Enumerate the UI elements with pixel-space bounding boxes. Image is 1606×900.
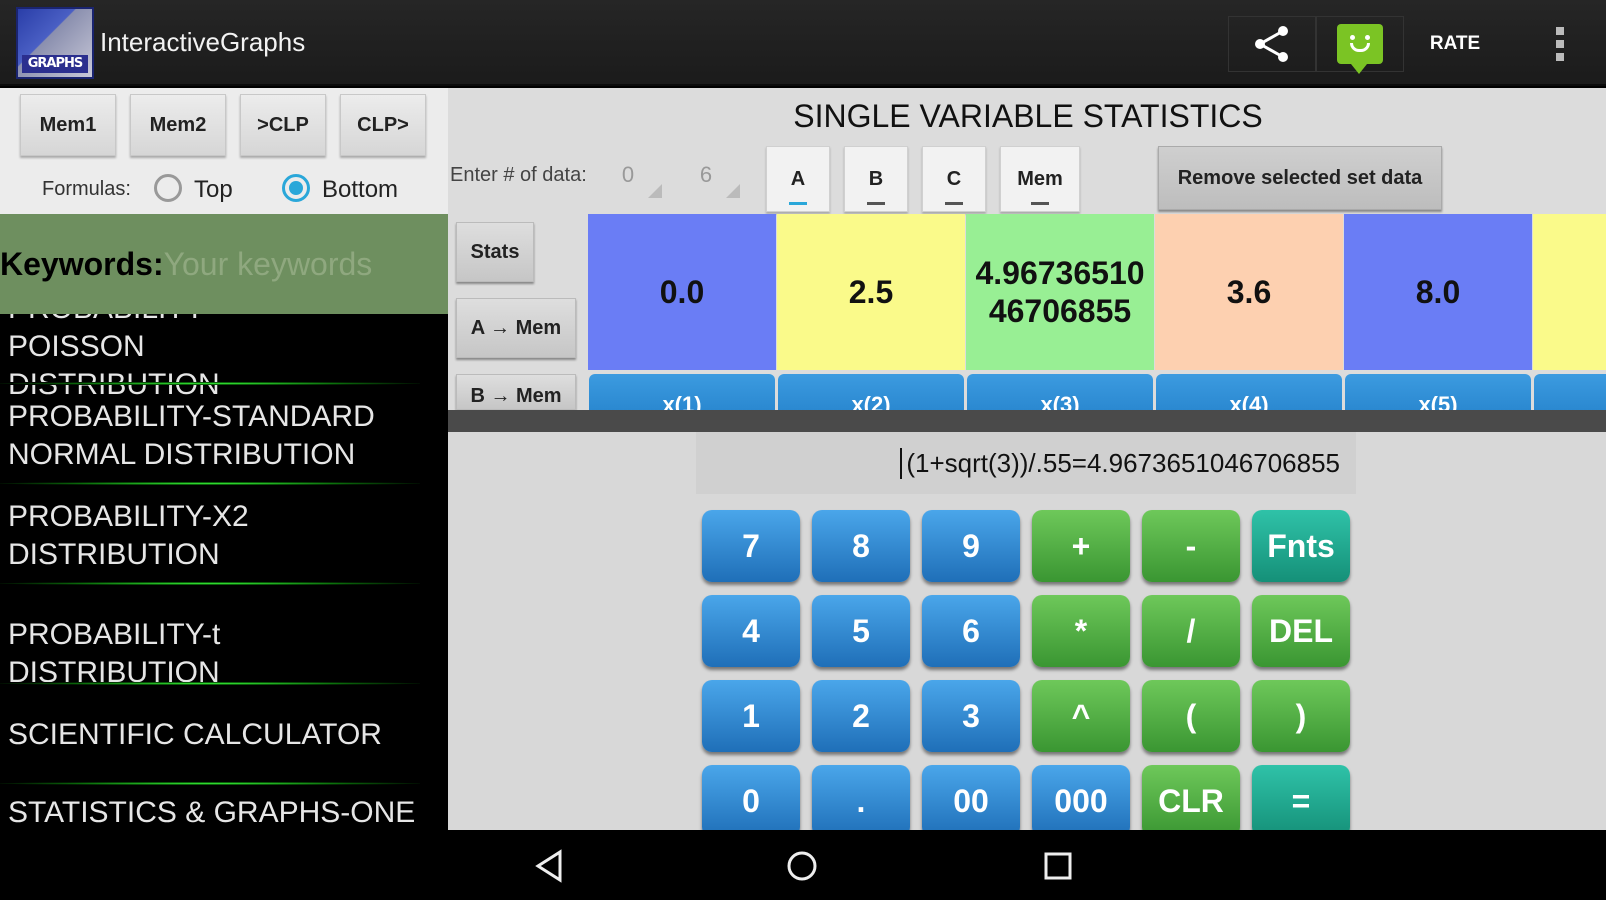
mem2-button[interactable]: Mem2 [130,94,226,156]
overflow-menu-icon[interactable] [1540,16,1580,72]
key-button[interactable]: 6 [922,595,1020,667]
key-button[interactable]: 3 [922,680,1020,752]
tab-c[interactable]: C [922,146,986,212]
tab-b[interactable]: B [844,146,908,212]
list-divider [0,582,420,585]
formulas-label: Formulas: [42,178,131,200]
from-clipboard-button[interactable]: CLP> [340,94,426,156]
key-button[interactable]: 4 [702,595,800,667]
list-item[interactable]: PROBABILITY-POISSON DISTRIBUTION [8,314,348,404]
tab-mem-label: Mem [1017,167,1063,190]
key-button[interactable]: CLR [1142,765,1240,837]
key-button[interactable]: 7 [702,510,800,582]
data-cell[interactable]: 3.6 [1155,214,1343,370]
tab-mem[interactable]: Mem [1000,146,1080,212]
formulas-top-radio[interactable] [154,174,182,202]
key-button[interactable]: * [1032,595,1130,667]
key-button[interactable]: 1 [702,680,800,752]
list-divider [0,782,420,785]
key-button[interactable]: 00 [922,765,1020,837]
feedback-button[interactable] [1316,16,1404,74]
data-cell[interactable]: 2.5 [777,214,965,370]
key-button[interactable]: Fnts [1252,510,1350,582]
key-button[interactable]: ^ [1032,680,1130,752]
key-button[interactable]: = [1252,765,1350,837]
back-icon[interactable] [520,842,580,890]
formulas-top-label: Top [194,176,233,203]
rate-button[interactable]: RATE [1420,16,1490,72]
app-title: InteractiveGraphs [100,27,306,57]
calculator: (1+sqrt(3))/.55=4.9673651046706855 7 8 9 + -… [448,432,1606,837]
keywords-bar: Keywords: [0,214,448,314]
list-divider [0,382,420,385]
list-item[interactable]: PROBABILITY-STANDARD NORMAL DISTRIBUTION [8,398,388,474]
left-panel: Mem1 Mem2 >CLP CLP> Formulas: Top Bottom… [0,88,448,830]
home-icon[interactable] [772,842,832,890]
data-cell[interactable]: ( [1533,214,1606,370]
key-button[interactable]: + [1032,510,1130,582]
formulas-bottom-radio[interactable] [282,174,310,202]
tab-c-label: C [946,167,962,190]
data-cell[interactable]: 4.96736510 46706855 [966,214,1154,370]
list-item[interactable]: SCIENTIFIC CALCULATOR [8,716,438,754]
list-divider [0,682,420,685]
tab-a-label: A [790,167,806,190]
panel-divider-scrollbar[interactable] [448,410,1606,432]
key-button[interactable]: ) [1252,680,1350,752]
b-to-mem-button[interactable]: B → Mem [456,374,576,410]
logo-text: GRAPHS [22,55,88,73]
formulas-bottom-label: Bottom [322,176,399,203]
key-button[interactable]: 0 [702,765,800,837]
app-root: GRAPHS InteractiveGraphs RATE Mem1 Mem2 [0,0,1606,900]
enter-count-label: Enter # of data: [450,164,587,186]
key-button[interactable]: / [1142,595,1240,667]
page-title: SINGLE VARIABLE STATISTICS [793,98,1263,134]
topic-list[interactable]: PROBABILITY-POISSON DISTRIBUTION PROBABI… [0,314,448,830]
key-button[interactable]: . [812,765,910,837]
list-item[interactable]: PROBABILITY-X2 DISTRIBUTION [8,498,308,574]
stats-button[interactable]: Stats [456,222,534,282]
to-clipboard-button[interactable]: >CLP [240,94,326,156]
share-icon [1255,26,1288,62]
mem1-button[interactable]: Mem1 [20,94,116,156]
data-count-spinner-2[interactable]: 6 [670,160,742,200]
app-logo-icon[interactable]: GRAPHS [16,7,94,79]
list-item[interactable]: PROBABILITY-t DISTRIBUTION [8,616,438,692]
key-button[interactable]: 5 [812,595,910,667]
a-to-mem-button[interactable]: A → Mem [456,298,576,358]
key-button[interactable]: DEL [1252,595,1350,667]
data-cell[interactable]: 8.0 [1344,214,1532,370]
navigation-bar [0,830,1606,900]
key-button[interactable]: ( [1142,680,1240,752]
display-text: (1+sqrt(3))/.55=4.9673651046706855 [900,447,1340,479]
tab-b-label: B [868,167,884,190]
memory-toolbar: Mem1 Mem2 >CLP CLP> Formulas: Top Bottom [0,88,448,214]
keywords-label: Keywords: [0,245,164,282]
list-divider [0,482,420,485]
calculator-display[interactable]: (1+sqrt(3))/.55=4.9673651046706855 [696,432,1356,494]
remove-set-data-button[interactable]: Remove selected set data [1158,146,1442,210]
smiley-chat-icon [1337,24,1383,74]
key-button[interactable]: 000 [1032,765,1130,837]
keywords-input[interactable] [163,245,444,283]
list-item[interactable]: STATISTICS & GRAPHS-ONE [8,794,438,830]
share-button[interactable] [1228,16,1316,72]
right-panel: SINGLE VARIABLE STATISTICS Enter # of da… [448,88,1606,837]
recents-icon[interactable] [1028,842,1088,890]
key-button[interactable]: - [1142,510,1240,582]
key-button[interactable]: 2 [812,680,910,752]
data-cell[interactable]: 0.0 [588,214,776,370]
action-bar: GRAPHS InteractiveGraphs RATE [0,0,1606,86]
key-button[interactable]: 8 [812,510,910,582]
tab-a[interactable]: A [766,146,830,212]
key-button[interactable]: 9 [922,510,1020,582]
data-count-spinner[interactable]: 0 [592,160,664,200]
